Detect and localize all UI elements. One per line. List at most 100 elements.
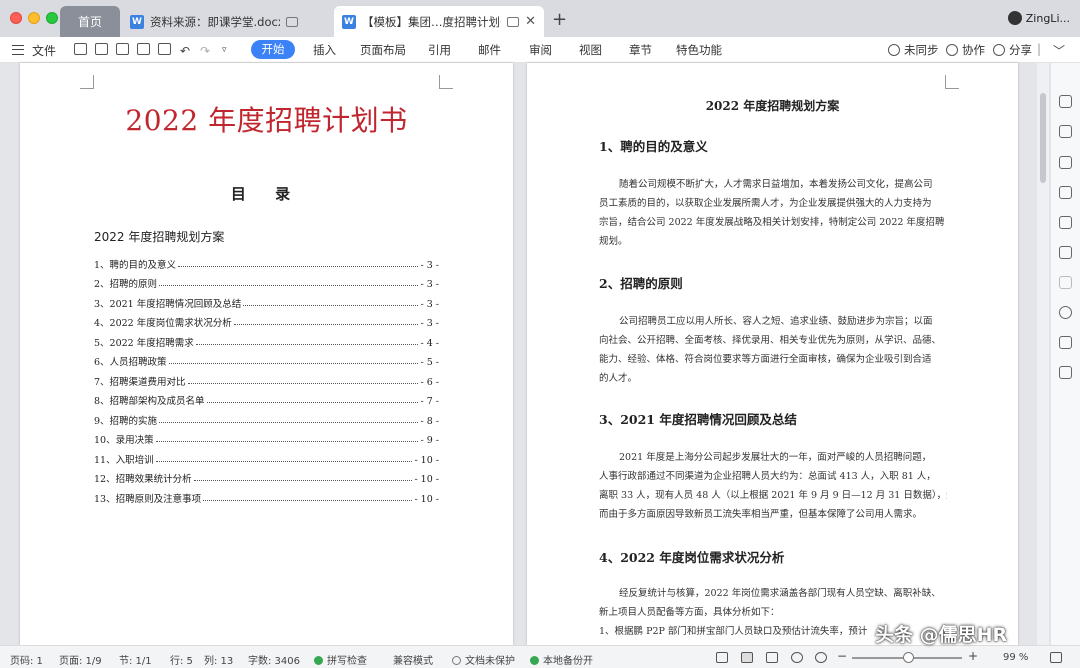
spell-check-toggle[interactable]: 拼写检查	[314, 652, 367, 667]
translate-icon[interactable]	[1059, 336, 1072, 349]
document-protect-toggle[interactable]: 文档未保护	[452, 652, 515, 667]
tab-doc1[interactable]: W 资料来源：即课学堂.docx	[122, 6, 332, 37]
share-icon	[993, 44, 1005, 56]
minimize-window-button[interactable]	[28, 12, 40, 24]
shapes-icon[interactable]	[1059, 125, 1072, 138]
zoom-in-button[interactable]: +	[968, 649, 978, 663]
lock-icon[interactable]	[1059, 246, 1072, 259]
menu-tab-view[interactable]: 视图	[579, 42, 602, 58]
collapse-ribbon-icon[interactable]: ﹀	[1053, 42, 1065, 59]
fit-window-icon[interactable]	[1050, 652, 1062, 663]
document-page-1[interactable]: 2022 年度招聘计划书 目 录 2022 年度招聘规划方案 1、聘的目的及意义…	[20, 63, 513, 645]
scrollbar-thumb[interactable]	[1040, 93, 1046, 183]
section-paragraph-3: 2021 年度是上海分公司起步发展壮大的一年，面对严峻的人员招聘问题， 人事行政…	[599, 448, 947, 524]
sync-label: 未同步	[904, 43, 939, 57]
toc-entry[interactable]: 7、招聘渠道费用对比 - 6 -	[94, 368, 439, 388]
spell-check-icon	[314, 656, 323, 665]
toc-entry[interactable]: 12、招聘效果统计分析 - 10 -	[94, 466, 439, 485]
vertical-scrollbar[interactable]	[1037, 63, 1049, 645]
new-tab-button[interactable]: +	[552, 9, 567, 30]
status-page-number[interactable]: 页码: 1	[10, 652, 43, 667]
section-heading-2: 2、招聘的原则	[599, 276, 683, 291]
toc-entry[interactable]: 6、人员招聘政策 - 5 -	[94, 349, 439, 368]
zoom-out-button[interactable]: −	[837, 649, 847, 663]
collab-label: 协作	[962, 43, 985, 57]
tab-home[interactable]: 首页	[60, 6, 120, 37]
zoom-slider-knob[interactable]	[903, 652, 914, 663]
quick-access-dropdown-icon[interactable]: ▿	[222, 45, 227, 55]
maximize-window-button[interactable]	[46, 12, 58, 24]
menu-tab-home[interactable]: 开始	[251, 40, 295, 59]
paragraph-line: 2021 年度是上海分公司起步发展壮大的一年，面对严峻的人员招聘问题，	[619, 452, 932, 463]
toc-entry[interactable]: 10、录用决策 - 9 -	[94, 427, 439, 446]
cursor-icon[interactable]	[1059, 216, 1072, 229]
outline-view-icon[interactable]	[766, 652, 778, 663]
collab-button[interactable]: 协作	[946, 42, 985, 58]
page-view-icon[interactable]	[741, 652, 753, 663]
toc-entry[interactable]: 3、2021 年度招聘情况回顾及总结 - 3 -	[94, 290, 439, 310]
tab-doc2[interactable]: W 【模板】集团…度招聘计划书 ✕	[334, 6, 544, 37]
backup-icon	[530, 656, 539, 665]
export-pdf-icon[interactable]	[116, 43, 129, 55]
toc-subtitle: 2022 年度招聘规划方案	[94, 230, 225, 244]
redo-icon[interactable]: ↷	[200, 44, 210, 58]
menu-tab-features[interactable]: 特色功能	[676, 42, 722, 58]
print-preview-icon[interactable]	[158, 43, 171, 55]
backup-label: 本地备份开	[543, 656, 593, 667]
paragraph-line: 公司招聘员工应以用人所长、容人之短、追求业绩、鼓励进步为宗旨；以面	[619, 316, 933, 327]
adjust-icon[interactable]	[1059, 276, 1072, 289]
monitor-icon[interactable]	[286, 16, 298, 27]
toc-entry-page: - 6 -	[420, 376, 439, 388]
toc-entry[interactable]: 5、2022 年度招聘需求 - 4 -	[94, 329, 439, 349]
menu-tab-review[interactable]: 审阅	[529, 42, 552, 58]
menu-tab-insert[interactable]: 插入	[313, 42, 336, 58]
undo-icon[interactable]: ↶	[180, 44, 190, 58]
toc-heading: 目 录	[230, 185, 303, 203]
status-word-count[interactable]: 字数: 3406	[248, 652, 300, 667]
fullscreen-icon[interactable]	[716, 652, 728, 663]
zoom-level[interactable]: 99 %	[1003, 652, 1028, 663]
document-page-2[interactable]: 2022 年度招聘规划方案 1、聘的目的及意义 随着公司规模不断扩大，人才需求日…	[527, 63, 1018, 645]
toc-entry[interactable]: 1、聘的目的及意义 - 3 -	[94, 251, 439, 271]
style-icon[interactable]	[1059, 156, 1072, 169]
eye-protect-icon[interactable]	[815, 652, 827, 663]
print-icon[interactable]	[137, 43, 150, 55]
menu-tab-reference[interactable]: 引用	[428, 42, 451, 58]
menu-tab-chapter[interactable]: 章节	[629, 42, 652, 58]
close-window-button[interactable]	[10, 12, 22, 24]
crop-mark	[945, 75, 959, 89]
word-doc-icon: W	[342, 14, 356, 29]
toc-entry[interactable]: 9、招聘的实施 - 8 -	[94, 407, 439, 427]
user-account[interactable]: ZingLi...	[1007, 11, 1070, 25]
history-icon[interactable]	[1059, 306, 1072, 319]
monitor-icon[interactable]	[507, 16, 520, 27]
status-page-count[interactable]: 页面: 1/9	[59, 652, 102, 667]
close-tab-icon[interactable]: ✕	[525, 14, 536, 29]
toc-entry[interactable]: 4、2022 年度岗位需求状况分析 - 3 -	[94, 310, 439, 329]
section-paragraph-1: 随着公司规模不断扩大，人才需求日益增加，本着发扬公司文化，提高公司 员工素质的目…	[599, 175, 947, 251]
status-row: 行: 5	[170, 656, 193, 667]
crop-mark	[80, 75, 94, 89]
menu-tab-layout[interactable]: 页面布局	[360, 42, 406, 58]
toc-entry[interactable]: 13、招聘原则及注意事项 - 10 -	[94, 485, 439, 505]
toc-entry[interactable]: 8、招聘部架构及成员名单 - 7 -	[94, 388, 439, 407]
hexagon-icon[interactable]	[1059, 186, 1072, 199]
menu-file[interactable]: 文件	[32, 42, 56, 59]
pen-icon[interactable]	[1059, 95, 1072, 108]
toc-entry-page: - 4 -	[420, 337, 439, 349]
hamburger-menu-icon[interactable]	[12, 45, 24, 55]
menu-tab-mail[interactable]: 邮件	[478, 42, 501, 58]
image-icon[interactable]	[1059, 366, 1072, 379]
sync-button[interactable]: 未同步	[888, 42, 939, 58]
toc-entry-page: - 3 -	[420, 318, 439, 329]
local-backup-toggle[interactable]: 本地备份开	[530, 652, 593, 667]
toc-entry[interactable]: 11、入职培训 - 10 -	[94, 446, 439, 466]
web-view-icon[interactable]	[791, 652, 803, 663]
open-folder-icon[interactable]	[74, 43, 87, 55]
share-button[interactable]: 分享	[993, 42, 1032, 58]
section-paragraph-2: 公司招聘员工应以用人所长、容人之短、追求业绩、鼓励进步为宗旨；以面 向社会、公开…	[599, 312, 947, 388]
save-icon[interactable]	[95, 43, 108, 55]
toc-entry-label: 10、录用决策	[94, 435, 154, 446]
toc-entry[interactable]: 2、招聘的原则 - 3 -	[94, 271, 439, 290]
paragraph-line: 经反复统计与核算，2022 年岗位需求涵盖各部门现有人员空缺、离职补缺、	[619, 588, 941, 599]
